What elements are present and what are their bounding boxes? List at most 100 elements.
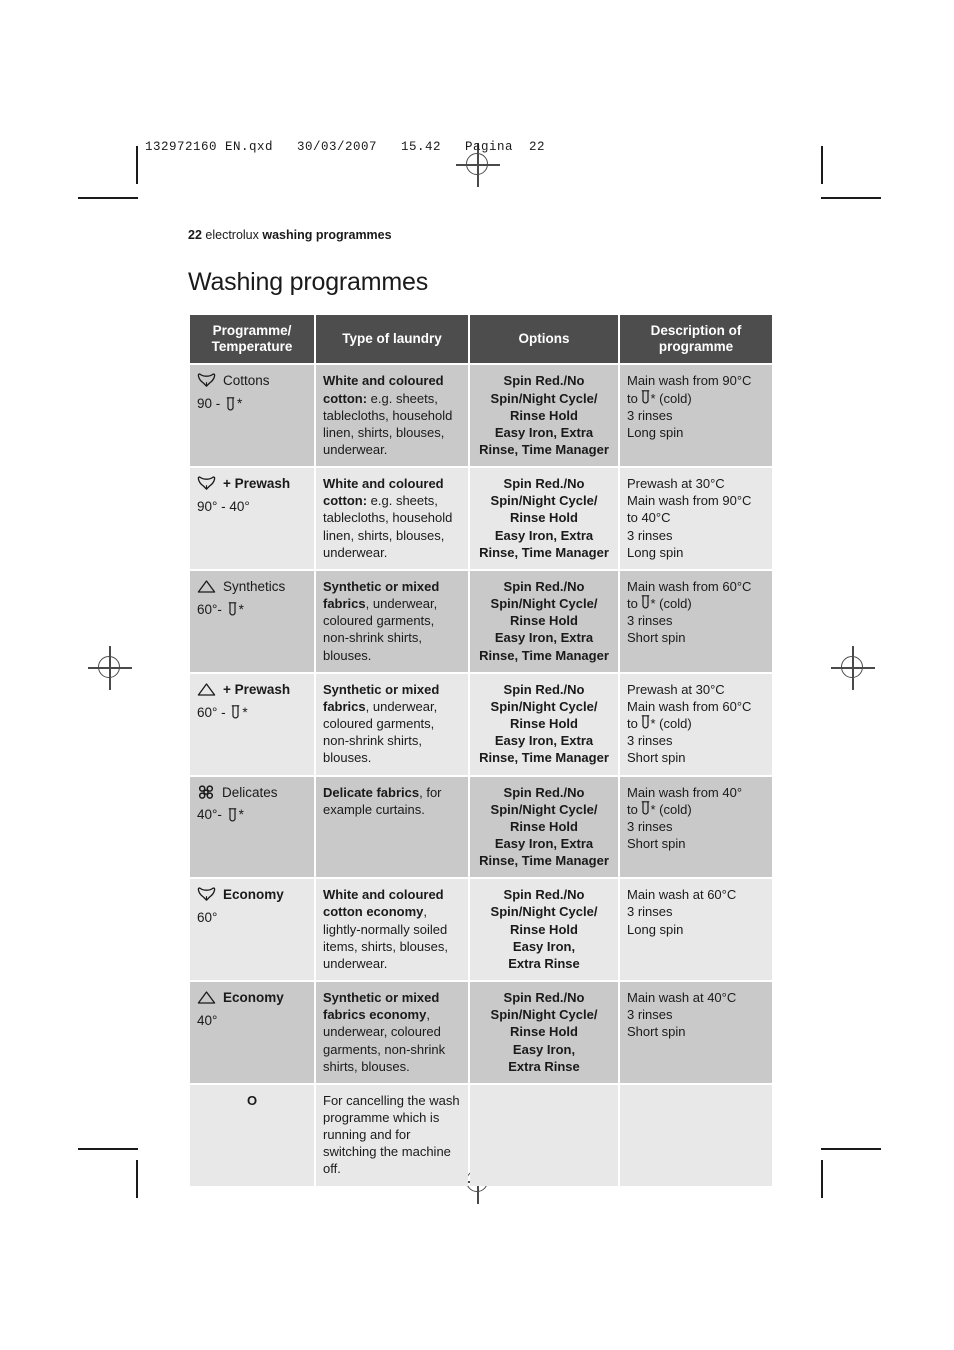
option-line: Spin Red./No [503, 578, 585, 594]
table-row: Cottons 90 - * White and coloured cotton: … [190, 365, 772, 467]
option-line: Rinse Hold [510, 818, 578, 834]
option-line: Rinse Hold [510, 716, 578, 732]
description-line: 3 rinses [627, 613, 673, 629]
programme-name: + Prewash [223, 476, 291, 492]
programme-name-line: Economy [197, 886, 307, 904]
programme-name-line: Cottons [197, 372, 307, 390]
table-row: O For cancelling the wash programme which… [190, 1084, 772, 1186]
description-line: 3 rinses [627, 733, 673, 749]
programme-name-line: + Prewash [197, 681, 307, 699]
programme-name-line: + Prewash [197, 475, 307, 493]
description-line: Main wash at 40°C [627, 990, 737, 1006]
table-row: + Prewash 90° - 40° White and coloured cot… [190, 468, 772, 569]
description-line: 3 rinses [627, 818, 673, 834]
programme-name-line: Delicates [197, 784, 307, 802]
cell-options: Spin Red./No Spin/Night Cycle/Rinse Hold E… [470, 673, 618, 775]
option-line: Extra Rinse [508, 1058, 580, 1074]
programme-temperature: 40°- * [197, 806, 307, 824]
option-line: Spin/Night Cycle/ [490, 801, 598, 817]
description-to-prefix: to [627, 390, 642, 406]
option-line: Extra Rinse [508, 955, 580, 971]
table-row: Economy 40° Synthetic or mixed fabrics eco… [190, 982, 772, 1083]
cell-options: Spin Red./No Spin/Night Cycle/Rinse Hold E… [470, 982, 618, 1083]
cell-programme-temperature: + Prewash 90° - 40° [190, 468, 314, 569]
table-header-row: Programme/ Temperature Type of laundry O… [190, 315, 772, 364]
description-line: Prewash at 30°C [627, 681, 725, 697]
option-line: Rinse, Time Manager [479, 442, 609, 457]
crop-mark-bottom-right-vertical [821, 1160, 823, 1198]
description-line: Prewash at 30°C [627, 476, 725, 492]
cell-options: Spin Red./No Spin/Night Cycle/Rinse Hold E… [470, 776, 618, 878]
option-line: Spin/Night Cycle/ [490, 493, 598, 509]
option-line: Easy Iron, [512, 1041, 576, 1057]
description-to-prefix: to [627, 716, 642, 732]
temperature-suffix: * [237, 396, 243, 412]
prepress-file-info: 132972160 EN.qxd 30/03/2007 15.42 Pagina… [145, 140, 546, 154]
cell-description: Main wash at 40°C 3 rinses Short spin [620, 982, 772, 1083]
page-title: Washing programmes [188, 268, 429, 296]
thermometer-icon [228, 602, 236, 616]
page-content: 22 electrolux washing programmes Washing… [188, 228, 788, 1188]
programme-name: + Prewash [223, 681, 291, 697]
cell-type-of-laundry: Delicate fabrics, for example curtains. [316, 776, 468, 878]
cell-programme-temperature: Synthetics 60°- * [190, 570, 314, 672]
section-name: washing programmes [262, 228, 392, 242]
page-number: 22 [188, 228, 202, 242]
programme-name: Economy [223, 887, 284, 903]
option-line: Spin/Night Cycle/ [490, 904, 598, 920]
cotton-icon [197, 373, 216, 388]
description-to-suffix: * (cold) [650, 596, 692, 612]
description-line: Main wash from 90°C [627, 373, 752, 389]
description-line: Short spin [627, 630, 686, 646]
programme-name: Delicates [222, 784, 278, 800]
option-line: Rinse, Time Manager [479, 647, 609, 663]
description-line-temperature: to * (cold) [627, 389, 765, 407]
temperature-text: 90 - [197, 396, 225, 412]
description-line: 3 rinses [627, 407, 673, 423]
synthetics-icon [197, 683, 216, 696]
cell-type-of-laundry: White and coloured cotton economy, light… [316, 879, 468, 981]
cell-programme-temperature: Economy 40° [190, 982, 314, 1083]
cell-type-of-laundry: White and coloured cotton: e.g. sheets, … [316, 468, 468, 569]
cell-programme-temperature: O [190, 1084, 314, 1186]
table-row: Synthetics 60°- * Synthetic or mixed fabri… [190, 570, 772, 672]
option-line: Easy Iron, Extra [494, 527, 594, 543]
description-line-temperature: to * (cold) [627, 800, 765, 818]
option-line: Spin/Night Cycle/ [490, 596, 598, 612]
description-line-temperature: to * (cold) [627, 715, 765, 732]
cell-options [470, 1084, 618, 1186]
cell-type-of-laundry: Synthetic or mixed fabrics economy, unde… [316, 982, 468, 1083]
column-header-programme-temperature: Programme/ Temperature [190, 315, 314, 364]
column-header-options: Options [470, 315, 618, 364]
option-line: Easy Iron, Extra [494, 835, 594, 851]
synthetics-icon [197, 580, 216, 593]
cell-description [620, 1084, 772, 1186]
cell-options: Spin Red./No Spin/Night Cycle/Rinse Hold E… [470, 879, 618, 981]
option-line: Easy Iron, Extra [494, 733, 594, 749]
cell-description: Prewash at 30°C Main wash from 60°C to * (… [620, 673, 772, 775]
description-line: to 40°C [627, 510, 671, 526]
description-line: 3 rinses [627, 1007, 673, 1023]
laundry-type-detail: For cancelling the wash programme which … [323, 1092, 460, 1177]
synthetics-icon [197, 991, 216, 1005]
temperature-suffix: * [238, 601, 244, 617]
cotton-icon [197, 887, 216, 902]
option-line: Spin Red./No [503, 990, 585, 1006]
programme-temperature: 60° - * [197, 704, 307, 722]
cell-programme-temperature: Economy 60° [190, 879, 314, 981]
description-line: Main wash from 60°C [627, 578, 752, 594]
crop-mark-bottom-left-horizontal [78, 1148, 138, 1150]
option-line: Rinse Hold [510, 613, 578, 629]
programme-name: Cottons [223, 373, 270, 389]
description-line-temperature: to * (cold) [627, 595, 765, 612]
thermometer-icon [226, 396, 235, 411]
option-line: Rinse, Time Manager [479, 750, 609, 766]
temperature-text: 60° [197, 910, 218, 926]
option-line: Rinse Hold [510, 1024, 578, 1040]
brand-name: electrolux [205, 228, 259, 242]
description-line: Long spin [627, 424, 684, 440]
description-to-suffix: * (cold) [650, 390, 692, 406]
cell-type-of-laundry: Synthetic or mixed fabrics, underwear, c… [316, 570, 468, 672]
crop-mark-top-right-horizontal [821, 197, 881, 199]
temperature-text: 40° [197, 1012, 218, 1028]
